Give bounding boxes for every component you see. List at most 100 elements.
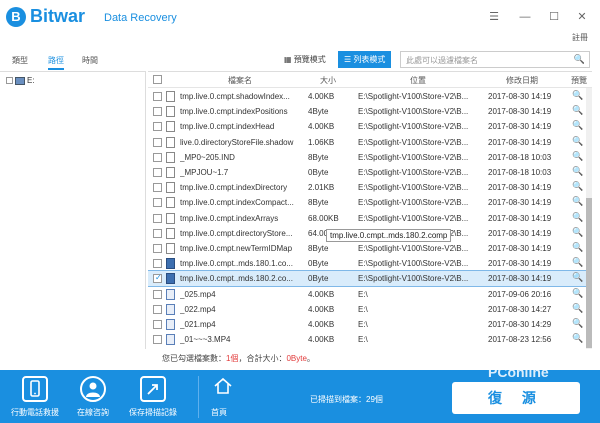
preview-magnifier-icon[interactable]: 🔍 (572, 151, 583, 162)
table-row[interactable]: tmp.live.0.cmpt..mds.180.1.co... 0Byte E:\… (148, 256, 592, 271)
bottom-divider (198, 376, 199, 418)
row-checkbox[interactable] (153, 168, 162, 177)
preview-magnifier-icon[interactable]: 🔍 (572, 288, 583, 299)
preview-magnifier-icon[interactable]: 🔍 (572, 257, 583, 268)
search-icon[interactable]: 🔍 (574, 54, 585, 65)
cell-filename: tmp.live.0.cmpt.indexArrays (180, 213, 279, 223)
login-link[interactable]: 註冊 (572, 32, 588, 43)
document-file-icon (166, 106, 175, 118)
cell-location: E:\Spotlight-V100\Store-V2\B... (358, 183, 469, 193)
minimize-button[interactable]: — (518, 10, 532, 24)
row-checkbox[interactable] (153, 259, 162, 269)
preview-magnifier-icon[interactable]: 🔍 (572, 333, 583, 344)
app-brand: Bitwar (30, 6, 86, 26)
table-row[interactable]: tmp.live.0.cmpt.indexDirectory 2.01KB E:\S… (148, 180, 592, 195)
summary-prefix: 您已勾選檔案數： (162, 354, 226, 363)
maximize-button[interactable]: ☐ (547, 10, 561, 24)
scrollbar-thumb[interactable] (586, 198, 592, 348)
preview-mode-button[interactable]: ▦ 預覽模式 (278, 51, 332, 68)
row-checkbox[interactable] (153, 107, 162, 117)
cell-date: 2017-08-18 10:03 (488, 168, 552, 177)
table-row[interactable]: _021.mp4 4.00KB E:\ 2017-08-30 14:29 🔍 (148, 317, 592, 332)
tab-type[interactable]: 類型 (12, 55, 28, 66)
preview-magnifier-icon[interactable]: 🔍 (572, 136, 583, 147)
preview-magnifier-icon[interactable]: 🔍 (572, 105, 583, 116)
cell-date: 2017-08-18 10:03 (488, 152, 552, 162)
table-row[interactable]: tmp.live.0.cmpt.indexCompact... 8Byte E:\S… (148, 195, 592, 210)
bitwar-logo-icon: B (6, 7, 26, 27)
mobile-icon[interactable] (22, 376, 48, 402)
header-location[interactable]: 位置 (410, 75, 426, 86)
home-icon[interactable] (213, 376, 233, 396)
table-row[interactable]: _025.mp4 4.00KB E:\ 2017-09-06 20:16 🔍 (148, 287, 592, 302)
table-row[interactable]: tmp.live.0.cmpt.indexHead 4.00KB E:\Spotli… (148, 119, 592, 134)
row-checkbox[interactable] (153, 137, 162, 147)
row-checkbox[interactable] (153, 289, 162, 299)
cell-filename: _025.mp4 (180, 289, 216, 299)
row-checkbox[interactable] (153, 213, 162, 223)
table-row[interactable]: tmp.live.0.cmpt.newTermIDMap 8Byte E:\Spot… (148, 241, 592, 256)
table-row[interactable]: live.0.directoryStoreFile.shadow 1.06KB E:… (148, 135, 592, 150)
summary-mid: ，合計大小： (238, 354, 287, 363)
row-checkbox[interactable] (153, 304, 162, 314)
table-row[interactable]: _MPJOU~1.7 0Byte E:\Spotlight-V100\Store-V… (148, 165, 592, 180)
row-checkbox[interactable] (153, 183, 162, 193)
save-scan-label[interactable]: 保存掃描記錄 (118, 407, 188, 418)
table-row[interactable]: _01~~~3.MP4 4.00KB E:\ 2017-08-23 12:56 🔍 (148, 332, 592, 347)
home-label[interactable]: 首頁 (211, 407, 227, 418)
preview-magnifier-icon[interactable]: 🔍 (572, 272, 583, 283)
menu-icon[interactable]: ☰ (487, 10, 501, 24)
row-checkbox[interactable] (153, 122, 162, 132)
table-row[interactable]: _022.mp4 4.00KB E:\ 2017-08-30 14:27 🔍 (148, 302, 592, 317)
export-icon[interactable] (140, 376, 166, 402)
cell-date: 2017-08-30 14:19 (488, 137, 552, 147)
cell-date: 2017-08-30 14:19 (488, 92, 552, 101)
video-file-icon (166, 334, 175, 346)
table-row[interactable]: tmp.live.0.cmpt.indexArrays 68.00KB E:\Spo… (148, 211, 592, 226)
row-checkbox[interactable] (153, 228, 162, 238)
preview-magnifier-icon[interactable]: 🔍 (572, 212, 583, 223)
tree-checkbox[interactable] (6, 77, 13, 84)
row-checkbox[interactable] (153, 92, 162, 101)
preview-magnifier-icon[interactable]: 🔍 (572, 90, 583, 101)
preview-magnifier-icon[interactable]: 🔍 (572, 227, 583, 238)
table-row[interactable]: _MP0~205.IND 8Byte E:\Spotlight-V100\Store… (148, 150, 592, 165)
app-subtitle: Data Recovery (104, 12, 177, 24)
preview-magnifier-icon[interactable]: 🔍 (572, 181, 583, 192)
row-checkbox[interactable] (153, 320, 162, 329)
cell-date: 2017-08-30 14:19 (488, 122, 552, 132)
row-checkbox[interactable] (153, 273, 162, 284)
cell-location: E:\ (358, 289, 368, 299)
list-mode-button[interactable]: ☰ 列表模式 (338, 51, 392, 68)
vertical-scrollbar[interactable] (586, 88, 592, 349)
select-all-checkbox[interactable] (153, 75, 162, 84)
header-date[interactable]: 修改日期 (506, 75, 538, 86)
header-name[interactable]: 檔案名 (228, 75, 252, 86)
row-checkbox[interactable] (153, 198, 162, 208)
cell-filename: tmp.live.0.cmpt..mds.180.2.co... (180, 274, 293, 284)
row-checkbox[interactable] (153, 335, 162, 345)
preview-magnifier-icon[interactable]: 🔍 (572, 120, 583, 131)
preview-magnifier-icon[interactable]: 🔍 (572, 242, 583, 253)
chat-icon[interactable] (80, 376, 106, 402)
folder-tree: E: (0, 71, 146, 349)
cell-location: E:\Spotlight-V100\Store-V2\B... (358, 168, 469, 177)
table-row[interactable]: tmp.live.0.cmpt.shadowIndex... 4.00KB E:\S… (148, 89, 592, 104)
row-checkbox[interactable] (153, 152, 162, 162)
cell-location: E:\Spotlight-V100\Store-V2\B... (358, 198, 469, 208)
tab-time[interactable]: 時間 (82, 55, 98, 66)
preview-magnifier-icon[interactable]: 🔍 (572, 196, 583, 207)
filter-input[interactable]: 此處可以過濾檔案名 🔍 (400, 51, 590, 68)
close-button[interactable]: ✕ (575, 10, 589, 24)
row-checkbox[interactable] (153, 244, 162, 253)
preview-magnifier-icon[interactable]: 🔍 (572, 318, 583, 329)
table-row[interactable]: tmp.live.0.cmpt..mds.180.2.co... 0Byte E:\… (148, 270, 592, 288)
table-row[interactable]: tmp.live.0.cmpt.indexPositions 4Byte E:\Sp… (148, 104, 592, 119)
tab-path[interactable]: 路徑 (48, 55, 64, 70)
cell-date: 2017-08-30 14:19 (488, 228, 552, 238)
tree-node-drive[interactable]: E: (6, 76, 35, 85)
preview-magnifier-icon[interactable]: 🔍 (572, 166, 583, 177)
list-icon: ☰ (344, 55, 354, 64)
preview-magnifier-icon[interactable]: 🔍 (572, 303, 583, 314)
header-size[interactable]: 大小 (320, 75, 336, 86)
